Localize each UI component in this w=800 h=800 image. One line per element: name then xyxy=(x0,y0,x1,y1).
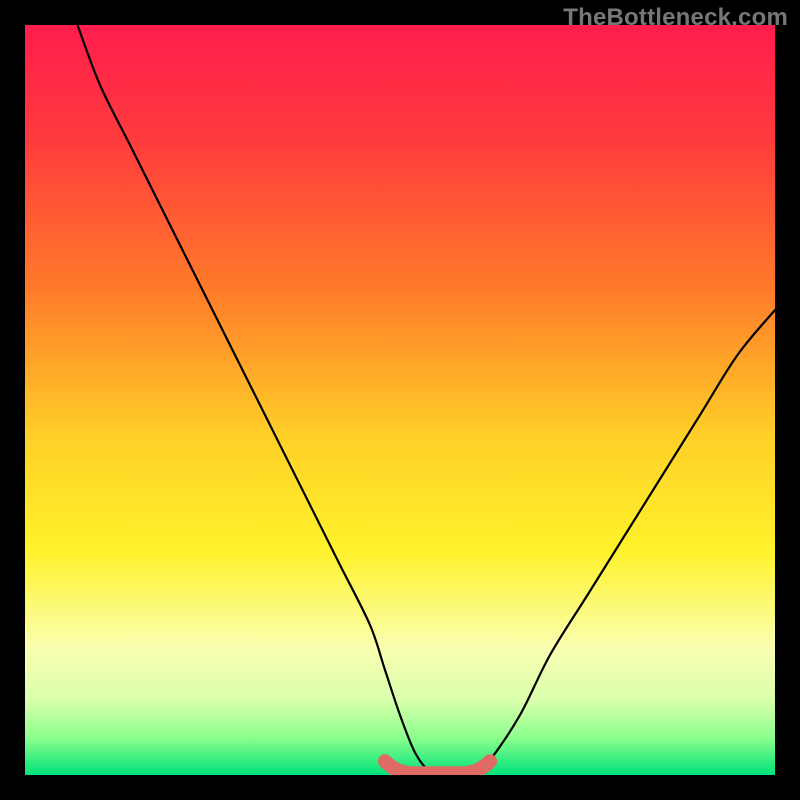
plot-svg xyxy=(25,25,775,775)
gradient-background xyxy=(25,25,775,775)
chart-stage: TheBottleneck.com xyxy=(0,0,800,800)
plot-area xyxy=(25,25,775,775)
